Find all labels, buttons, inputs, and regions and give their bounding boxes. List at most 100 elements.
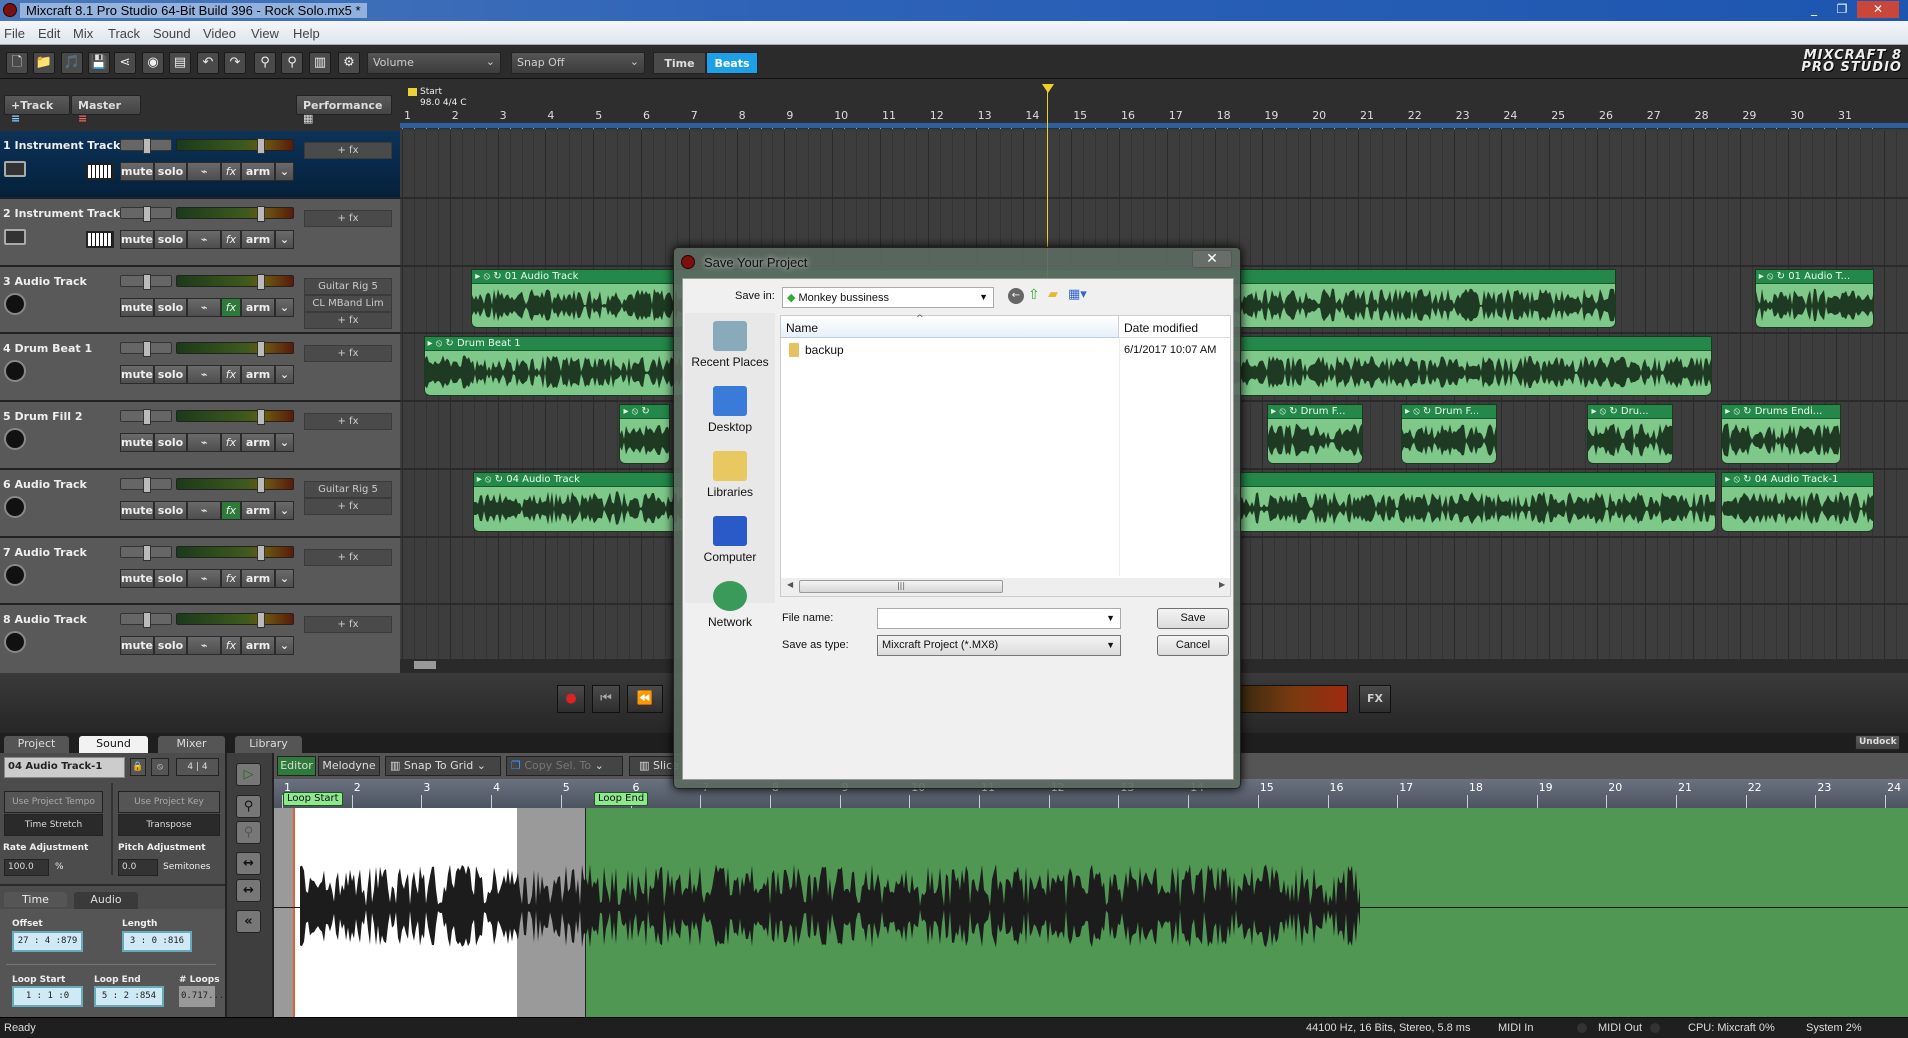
add-track-button[interactable]: +Track ≡ <box>4 95 70 125</box>
clip-controls-icon[interactable]: ▸ ⦸ ↻ <box>475 271 504 282</box>
snap-select[interactable]: Snap Off ⌄ <box>511 52 645 74</box>
melodyne-button[interactable]: Melodyne <box>318 756 380 776</box>
fx-button[interactable]: FX <box>1359 685 1391 713</box>
record-button[interactable]: ● <box>557 685 585 713</box>
fx-button[interactable]: fx <box>221 433 241 452</box>
volume-slider[interactable] <box>176 476 294 493</box>
loop-start-tag[interactable]: Loop Start <box>283 792 343 806</box>
volume-slider[interactable] <box>176 612 294 629</box>
scrollbar-thumb[interactable] <box>414 661 436 669</box>
audio-clip[interactable]: ▸ ⦸ ↻ 04 Audio Track-1 <box>1721 471 1875 532</box>
app-icon[interactable] <box>3 3 17 17</box>
menu-help[interactable]: Help <box>293 26 320 41</box>
solo-button[interactable]: solo <box>154 162 187 181</box>
play-clip-button[interactable]: ▷ <box>236 763 261 786</box>
fx-slot[interactable]: + fx <box>304 413 392 430</box>
track-name[interactable]: 7 Audio Track <box>3 546 87 559</box>
expand-button[interactable]: ↔ <box>236 852 261 875</box>
fx-slot[interactable]: CL MBand Lim <box>304 294 392 312</box>
track-menu-chevron-icon[interactable]: ⌄ <box>275 568 294 588</box>
burn-cd-icon[interactable]: ◉ <box>142 52 164 74</box>
clip-controls-icon[interactable]: ▸ ⦸ ↻ <box>477 474 506 485</box>
transpose-button[interactable]: Transpose <box>118 814 220 836</box>
solo-button[interactable]: solo <box>154 229 187 249</box>
tab-library[interactable]: Library <box>235 736 302 753</box>
track-menu-chevron-icon[interactable]: ⌄ <box>275 162 294 181</box>
cancel-button[interactable]: Cancel <box>1157 635 1229 656</box>
playhead-marker-icon[interactable] <box>1042 84 1055 93</box>
zoom-out-icon[interactable]: ⚲ <box>281 52 303 74</box>
volume-slider[interactable] <box>176 341 294 358</box>
clip-header[interactable]: ▸ ⦸ ↻ 04 Audio Track-1 <box>1722 472 1874 487</box>
track-name[interactable]: 4 Drum Beat 1 <box>3 342 92 355</box>
time-signature[interactable]: 4 | 4 <box>176 758 219 776</box>
track-menu-chevron-icon[interactable]: ⌄ <box>275 433 294 452</box>
fx-button[interactable]: fx <box>221 568 241 588</box>
track-name[interactable]: 2 Instrument Track <box>3 207 120 220</box>
ruler-loop-bar[interactable] <box>400 123 1908 128</box>
lock-icon[interactable]: 🔒 <box>130 758 146 776</box>
fx-slot[interactable]: + fx <box>304 311 392 329</box>
offset-field[interactable]: 27 : 4 :879 <box>12 931 83 952</box>
mute-button[interactable]: mute <box>120 500 154 520</box>
track-header[interactable]: 1 Instrument Track mute solo ⌁ fx arm ⌄ + fx <box>0 131 400 199</box>
file-row[interactable]: backup 6/1/2017 10:07 AM <box>781 342 1230 360</box>
pan-slider[interactable] <box>120 544 172 561</box>
fx-button[interactable]: fx <box>221 162 241 181</box>
fx-button[interactable]: fx <box>221 297 241 317</box>
mute-button[interactable]: mute <box>120 162 154 181</box>
scroll-left-icon[interactable]: ◀ <box>787 580 793 589</box>
track-name[interactable]: 8 Audio Track <box>3 613 87 626</box>
save-in-select[interactable]: ◆ Monkey bussiness ▼ <box>782 287 994 308</box>
pan-slider[interactable] <box>120 138 172 154</box>
scrollbar-thumb[interactable]: ||| <box>799 580 1003 593</box>
mute-button[interactable]: mute <box>120 297 154 317</box>
clip-header[interactable]: ▸ ⦸ ↻ Drum F... <box>1268 405 1362 419</box>
track-menu-chevron-icon[interactable]: ⌄ <box>275 636 294 656</box>
audio-clip[interactable]: ▸ ⦸ ↻ 01 Audio T... <box>1754 268 1875 329</box>
fx-slot[interactable]: Guitar Rig 5 <box>304 480 392 498</box>
pan-slider[interactable] <box>120 409 172 425</box>
solo-button[interactable]: solo <box>154 433 187 452</box>
fx-button[interactable]: fx <box>221 365 241 385</box>
settings-icon[interactable]: ⚙ <box>338 52 360 74</box>
clip-header[interactable]: ▸ ⦸ ↻ Drums Endi... <box>1722 405 1840 419</box>
new-file-icon[interactable]: 🗋 <box>6 52 28 74</box>
volume-slider[interactable] <box>176 273 294 290</box>
solo-button[interactable]: solo <box>154 568 187 588</box>
automation-button[interactable]: ⌁ <box>187 500 221 520</box>
beats-toggle[interactable]: Beats <box>706 52 758 74</box>
master-button[interactable]: Master ≡ <box>71 95 141 125</box>
fx-button[interactable]: fx <box>221 500 241 520</box>
arm-button[interactable]: arm <box>241 433 275 452</box>
mute-button[interactable]: mute <box>120 229 154 249</box>
menu-file[interactable]: File <box>4 26 25 41</box>
track-menu-chevron-icon[interactable]: ⌄ <box>275 229 294 249</box>
automation-button[interactable]: ⌁ <box>187 162 221 181</box>
mute-button[interactable]: mute <box>120 433 154 452</box>
close-button[interactable]: ✕ <box>1857 1 1899 18</box>
automation-button[interactable]: ⌁ <box>187 365 221 385</box>
disable-icon[interactable]: ⦸ <box>151 758 169 776</box>
solo-button[interactable]: solo <box>154 365 187 385</box>
use-project-tempo-button[interactable]: Use Project Tempo <box>4 791 103 813</box>
performance-button[interactable]: Performance ▦ <box>296 95 392 125</box>
use-project-key-button[interactable]: Use Project Key <box>118 791 220 813</box>
clip-controls-icon[interactable]: ▸ ⦸ ↻ <box>1725 474 1754 485</box>
track-header[interactable]: 7 Audio Track mute solo ⌁ fx arm ⌄ + fx <box>0 537 400 606</box>
pitch-adjustment-stepper[interactable]: 0.0 <box>118 859 158 876</box>
menu-sound[interactable]: Sound <box>153 26 191 41</box>
snap-to-grid-select[interactable]: ▥ Snap To Grid ⌄ <box>385 756 501 776</box>
clip-name-field[interactable]: 04 Audio Track-1 <box>4 757 125 778</box>
clip-header[interactable]: ▸ ⦸ ↻ <box>620 405 669 419</box>
zoom-out-button[interactable]: ⚲ <box>236 821 261 844</box>
audio-clip[interactable]: ▸ ⦸ ↻ <box>619 404 670 464</box>
volume-slider[interactable] <box>176 138 294 154</box>
column-header-name[interactable]: Name ^ <box>781 314 1119 338</box>
volume-slider[interactable] <box>176 409 294 425</box>
undock-button[interactable]: Undock <box>1855 735 1900 750</box>
track-menu-chevron-icon[interactable]: ⌄ <box>275 365 294 385</box>
render-mix-icon[interactable]: ▤ <box>169 52 191 74</box>
loop-end-tag[interactable]: Loop End <box>594 792 649 806</box>
clip-controls-icon[interactable]: ▸ ⦸ ↻ <box>1759 271 1788 282</box>
